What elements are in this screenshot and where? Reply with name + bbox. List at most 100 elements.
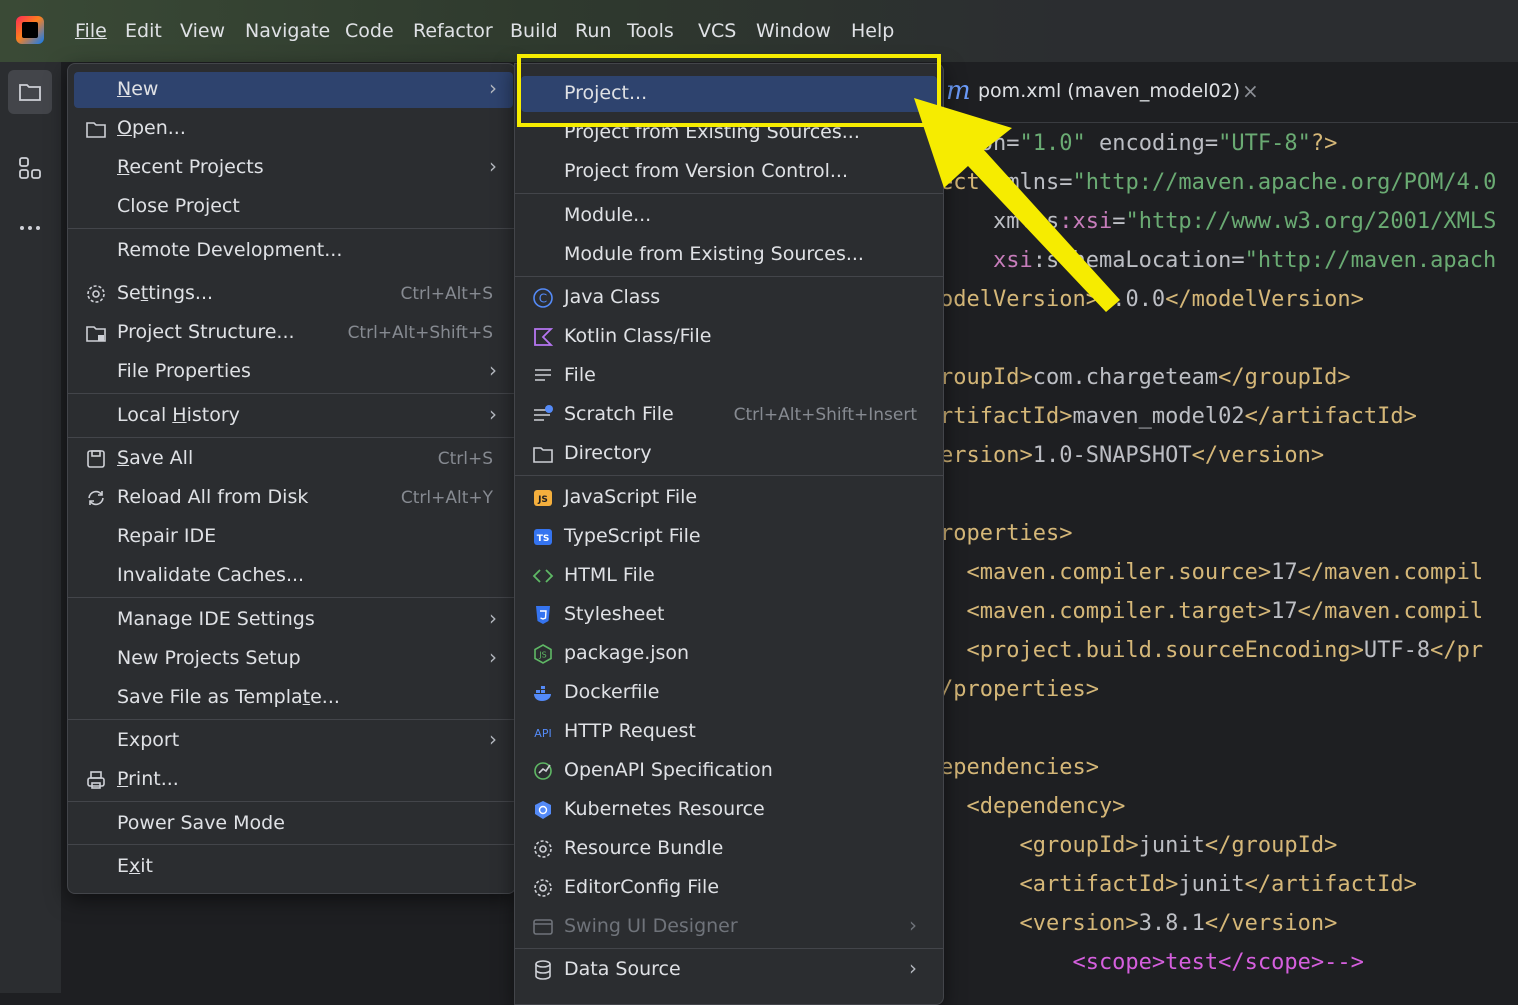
- menu-window[interactable]: Window: [756, 20, 831, 42]
- print-icon: [85, 769, 107, 791]
- menu-edit[interactable]: Edit: [125, 20, 162, 42]
- project-tool-button[interactable]: [8, 70, 52, 114]
- code-line: ect xmlns="http://maven.apache.org/POM/4…: [940, 170, 1497, 195]
- menu-item-label: OpenAPI Specification: [564, 759, 773, 781]
- file-menu-item-file-properties[interactable]: File Properties ›: [74, 354, 513, 390]
- file-menu-item-save-all[interactable]: Save All Ctrl+S: [74, 441, 513, 477]
- file-menu-item-new-projects-setup[interactable]: New Projects Setup ›: [74, 641, 513, 677]
- file-menu-item-remote-development[interactable]: Remote Development...: [74, 233, 513, 269]
- new-menu-item-resource-bundle[interactable]: Resource Bundle: [521, 831, 937, 867]
- file-menu-item-reload-all-from-disk[interactable]: Reload All from Disk Ctrl+Alt+Y: [74, 480, 513, 516]
- file-menu-item-new[interactable]: New ›: [74, 72, 513, 108]
- new-menu-item-stylesheet[interactable]: Stylesheet: [521, 597, 937, 633]
- file-menu-item-save-file-as-template[interactable]: Save File as Template...: [74, 680, 513, 716]
- menu-item-label: Project Structure...: [117, 321, 295, 343]
- chevron-right-icon: ›: [909, 956, 917, 980]
- menu-run[interactable]: Run: [575, 20, 611, 42]
- file-menu-item-recent-projects[interactable]: Recent Projects ›: [74, 150, 513, 186]
- code-line: rsion="1.0" encoding="UTF-8"?>: [940, 131, 1338, 156]
- file-menu-item-local-history[interactable]: Local History ›: [74, 398, 513, 434]
- file-menu-item-project-structure[interactable]: Project Structure... Ctrl+Alt+Shift+S: [74, 315, 513, 351]
- project-structure-icon: [85, 322, 107, 344]
- new-menu-item-file[interactable]: File: [521, 358, 937, 394]
- folder-icon: [85, 118, 107, 140]
- svg-text:JS: JS: [537, 495, 548, 505]
- file-menu-item-power-save-mode[interactable]: Power Save Mode: [74, 806, 513, 842]
- menu-navigate[interactable]: Navigate: [245, 20, 330, 42]
- menu-item-label: JavaScript File: [564, 486, 698, 508]
- menu-tools[interactable]: Tools: [627, 20, 674, 42]
- close-tab-icon[interactable]: ×: [1242, 79, 1259, 103]
- new-menu-item-openapi-specification[interactable]: OpenAPI Specification: [521, 753, 937, 789]
- file-menu-item-print[interactable]: Print...: [74, 762, 513, 798]
- new-menu-item-data-source[interactable]: Data Source ›: [521, 952, 937, 988]
- file-menu-item-export[interactable]: Export ›: [74, 723, 513, 759]
- new-menu-item-http-request[interactable]: API HTTP Request: [521, 714, 937, 750]
- new-menu-item-module-from-existing-sources[interactable]: Module from Existing Sources...: [521, 237, 937, 273]
- menu-file[interactable]: File: [75, 20, 107, 42]
- intellij-logo-icon[interactable]: [16, 16, 44, 44]
- menu-code[interactable]: Code: [345, 20, 394, 42]
- new-menu-item-dockerfile[interactable]: Dockerfile: [521, 675, 937, 711]
- menu-item-label: Manage IDE Settings: [117, 608, 315, 630]
- menu-separator: [68, 437, 515, 438]
- new-menu-item-module[interactable]: Module...: [521, 198, 937, 234]
- menu-item-label: Close Project: [117, 195, 240, 217]
- code-line: /properties>: [940, 677, 1099, 702]
- menu-separator: [515, 475, 943, 476]
- menu-item-label: Swing UI Designer: [564, 915, 738, 937]
- menu-item-shortcut: Ctrl+Alt+Y: [400, 488, 493, 508]
- menu-vcs[interactable]: VCS: [698, 20, 736, 42]
- new-menu-item-directory[interactable]: Directory: [521, 436, 937, 472]
- file-menu-item-settings[interactable]: Settings... Ctrl+Alt+S: [74, 276, 513, 312]
- folder-icon: [19, 84, 41, 101]
- menu-item-label: Open...: [117, 117, 186, 139]
- menu-refactor[interactable]: Refactor: [413, 20, 493, 42]
- new-menu-item-project-from-version-control[interactable]: Project from Version Control...: [521, 154, 937, 190]
- new-menu-item-java-class[interactable]: C Java Class: [521, 280, 937, 316]
- chevron-right-icon: ›: [909, 913, 917, 937]
- file-menu-item-repair-ide[interactable]: Repair IDE: [74, 519, 513, 555]
- new-menu-item-package-json[interactable]: JS package.json: [521, 636, 937, 672]
- new-menu-item-typescript-file[interactable]: TS TypeScript File: [521, 519, 937, 555]
- file-icon: [532, 365, 554, 387]
- more-icon: [20, 226, 40, 230]
- file-menu-item-close-project[interactable]: Close Project: [74, 189, 513, 225]
- menu-view[interactable]: View: [180, 20, 225, 42]
- menu-help[interactable]: Help: [851, 20, 894, 42]
- code-line: <maven.compiler.source>17</maven.compil: [940, 560, 1484, 585]
- new-menu-item-html-file[interactable]: HTML File: [521, 558, 937, 594]
- menu-item-label: Stylesheet: [564, 603, 665, 625]
- menu-separator: [68, 393, 515, 394]
- file-menu-item-open[interactable]: Open...: [74, 111, 513, 147]
- java-class-icon: C: [532, 287, 554, 309]
- tool-window-bar: [0, 62, 62, 993]
- menu-build[interactable]: Build: [510, 20, 558, 42]
- file-menu-item-exit[interactable]: Exit: [74, 849, 513, 885]
- editor-tab-pom[interactable]: pom.xml (maven_model02): [978, 80, 1240, 102]
- menu-item-label: Recent Projects: [117, 156, 264, 178]
- new-menu-item-javascript-file[interactable]: JS JavaScript File: [521, 480, 937, 516]
- file-menu-item-invalidate-caches[interactable]: Invalidate Caches...: [74, 558, 513, 594]
- new-menu-item-kotlin-class-file[interactable]: Kotlin Class/File: [521, 319, 937, 355]
- menu-item-shortcut: Ctrl+Alt+Shift+Insert: [733, 405, 917, 425]
- menu-separator: [68, 228, 515, 229]
- structure-tool-button[interactable]: [8, 146, 52, 190]
- chevron-right-icon: ›: [489, 645, 497, 669]
- new-menu-item-scratch-file[interactable]: Scratch File Ctrl+Alt+Shift+Insert: [521, 397, 937, 433]
- file-menu-item-manage-ide-settings[interactable]: Manage IDE Settings ›: [74, 602, 513, 638]
- new-submenu-popup: Project... Project from Existing Sources.…: [514, 63, 944, 1005]
- gear-icon: [532, 877, 554, 899]
- new-menu-item-editorconfig-file[interactable]: EditorConfig File: [521, 870, 937, 906]
- nodejs-icon: JS: [532, 643, 554, 665]
- code-line: <project.build.sourceEncoding>UTF-8</pr: [940, 638, 1484, 663]
- kubernetes-icon: [532, 799, 554, 821]
- scratch-file-icon: [532, 404, 554, 426]
- svg-text:JS: JS: [538, 651, 546, 660]
- folder-icon: [532, 443, 554, 465]
- more-tools-button[interactable]: [8, 206, 52, 250]
- menu-item-label: Scratch File: [564, 403, 674, 425]
- maven-file-icon: m: [946, 76, 971, 106]
- new-menu-item-kubernetes-resource[interactable]: Kubernetes Resource: [521, 792, 937, 828]
- code-editor[interactable]: rsion="1.0" encoding="UTF-8"?> ect xmlns=…: [940, 123, 1518, 993]
